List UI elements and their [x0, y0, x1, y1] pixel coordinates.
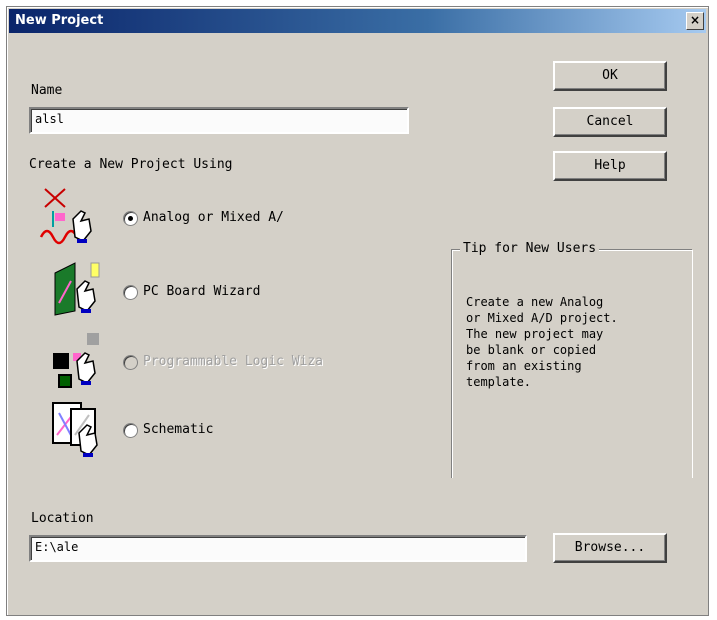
title-bar[interactable]: New Project ×: [9, 9, 706, 33]
option-schematic[interactable]: Schematic: [49, 399, 369, 459]
programmable-logic-radio: [123, 355, 138, 370]
location-input[interactable]: E:\ale: [29, 535, 527, 562]
window-title: New Project: [15, 13, 104, 28]
cancel-button[interactable]: Cancel: [553, 107, 667, 137]
option-pc-board[interactable]: PC Board Wizard: [49, 259, 369, 319]
analog-project-icon: [39, 188, 92, 245]
option-analog[interactable]: Analog or Mixed A/: [39, 183, 369, 245]
browse-button[interactable]: Browse...: [553, 533, 667, 563]
help-button[interactable]: Help: [553, 151, 667, 181]
schematic-icon: [52, 402, 98, 457]
pc-board-radio[interactable]: [123, 285, 138, 300]
create-project-group-title: Create a New Project Using: [29, 157, 233, 172]
option-programmable-logic: Programmable Logic Wiza: [49, 331, 389, 391]
analog-label: Analog or Mixed A/: [143, 210, 284, 225]
close-button[interactable]: ×: [686, 12, 704, 30]
new-project-dialog: New Project × Name alsl OK Cancel Help C…: [6, 6, 709, 616]
name-input[interactable]: alsl: [29, 107, 409, 134]
analog-radio[interactable]: [123, 211, 138, 226]
pc-board-icon: [54, 262, 100, 316]
schematic-label: Schematic: [143, 422, 214, 437]
pc-board-label: PC Board Wizard: [143, 284, 261, 299]
name-label: Name: [31, 83, 63, 98]
schematic-radio[interactable]: [123, 423, 138, 438]
tip-title: Tip for New Users: [460, 241, 600, 256]
tip-groupbox: Tip for New Users Create a new Analog or…: [451, 241, 693, 478]
location-label: Location: [31, 511, 94, 526]
ok-button[interactable]: OK: [553, 61, 667, 91]
tip-text: Create a new Analog or Mixed A/D project…: [466, 295, 618, 389]
programmable-logic-icon: [53, 333, 99, 388]
programmable-logic-label: Programmable Logic Wiza: [143, 354, 324, 369]
